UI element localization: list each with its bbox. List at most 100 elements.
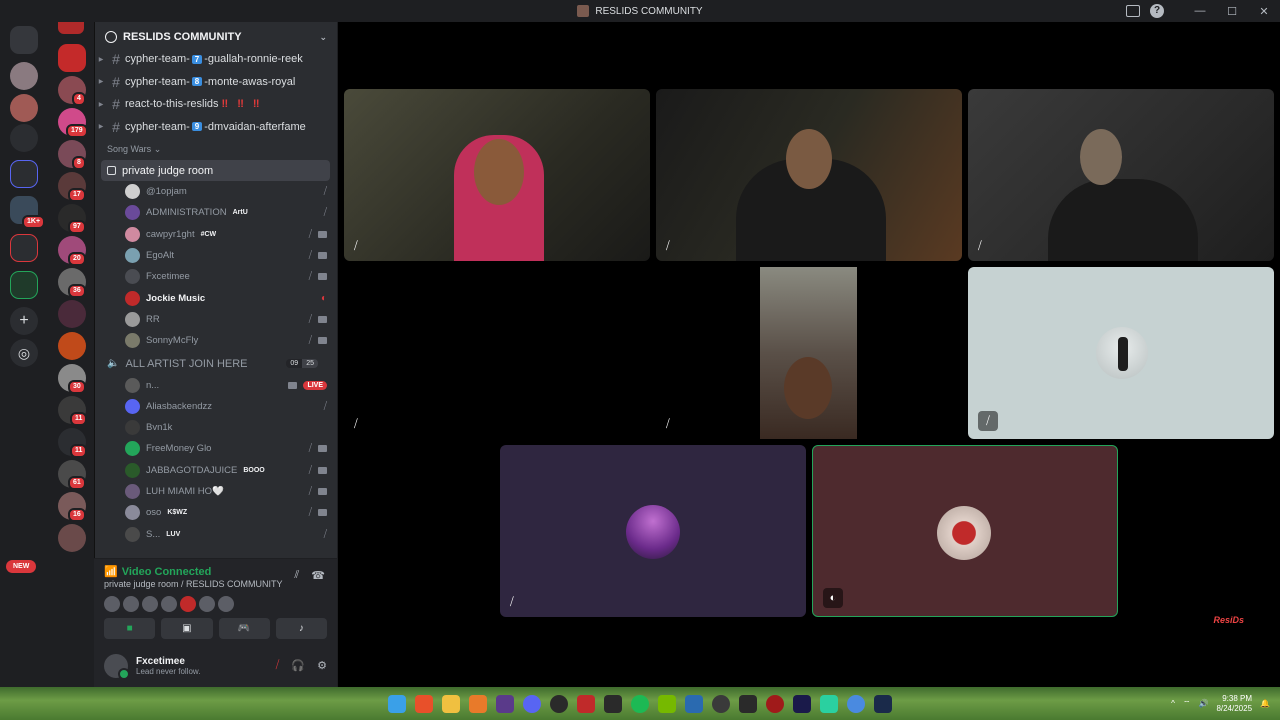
noise-suppression-icon[interactable]: ⫽ <box>294 569 299 582</box>
server-icon[interactable] <box>58 22 84 34</box>
discord-taskbar-icon[interactable] <box>523 694 541 713</box>
voice-member[interactable]: EgoAlt ⧸ <box>95 245 337 266</box>
voice-member[interactable]: oso K$WZ ⧸ <box>95 502 337 523</box>
screen-share-button[interactable]: ▣ <box>161 618 213 639</box>
voice-member[interactable]: FreeMoney Glo ⧸ <box>95 438 337 459</box>
avatar[interactable] <box>104 653 130 680</box>
text-channel[interactable]: ▶ # react-to-this-reslids ‼ ‼ ‼ <box>95 93 337 116</box>
voice-member[interactable]: Fxcetimee ⧸ <box>95 266 337 287</box>
voice-member[interactable]: RR ⧸ <box>95 309 337 330</box>
participant-face <box>784 357 832 419</box>
voice-channel-selected[interactable]: private judge room <box>101 160 330 181</box>
add-server-icon[interactable]: + <box>10 307 38 335</box>
volume-icon[interactable]: 🔊 <box>1198 699 1208 708</box>
close-button[interactable]: ✕ <box>1248 5 1280 18</box>
video-tile[interactable]: ⧸ <box>656 89 962 261</box>
video-tile[interactable]: ⧸ <box>500 445 806 617</box>
minimize-button[interactable]: — <box>1184 5 1216 17</box>
app-icon[interactable] <box>847 694 865 713</box>
app-icon[interactable] <box>469 694 487 713</box>
activity-button[interactable]: 🎮 <box>218 618 270 639</box>
app-icon[interactable] <box>658 694 676 713</box>
muted-icon: ⧸ <box>323 186 327 198</box>
inbox-icon[interactable] <box>1126 5 1140 17</box>
unread-badge: 179 <box>66 124 88 138</box>
voice-member[interactable]: SonnyMcFly ⧸ <box>95 330 337 351</box>
avatar <box>125 526 140 542</box>
voice-member[interactable]: cawpyr1ght #CW ⧸ <box>95 224 337 245</box>
video-tile[interactable]: ⧸ <box>344 267 650 439</box>
text-channel[interactable]: ▶ # cypher-team- 9 -dmvaidan-afterfame <box>95 116 337 139</box>
app-icon[interactable] <box>496 694 514 713</box>
video-tile-speaking[interactable]: ◐ <box>812 445 1118 617</box>
app-icon[interactable] <box>604 694 622 713</box>
app-icon[interactable] <box>766 694 784 713</box>
voice-member[interactable]: Aliasbackendzz ⧸ <box>95 396 337 417</box>
video-tile[interactable]: ⧸ <box>968 267 1274 439</box>
server-folder-icon[interactable] <box>10 271 38 299</box>
after-effects-icon[interactable] <box>793 694 811 713</box>
server-icon[interactable] <box>58 44 86 72</box>
soundboard-button[interactable]: ♪ <box>275 618 327 639</box>
mic-muted-icon[interactable]: ⧸ <box>276 659 280 672</box>
category-header[interactable]: Song Wars ⌄ <box>95 138 337 160</box>
unread-badge: 17 <box>68 188 86 202</box>
hash-icon: # <box>112 73 120 90</box>
discover-icon[interactable]: ◎ <box>10 339 38 367</box>
participant-face <box>1080 129 1122 185</box>
new-badge[interactable]: NEW <box>6 560 37 573</box>
avatar <box>125 333 140 349</box>
voice-member[interactable]: LUH MIAMI HO🤍 ⧸ <box>95 481 337 502</box>
app-icon[interactable] <box>739 694 757 713</box>
text-channel[interactable]: ▶ # cypher-team- 8 -monte-awas-royal <box>95 71 337 94</box>
notification-icon[interactable]: 🔔 <box>1260 699 1270 708</box>
voice-member[interactable]: n... LIVE <box>95 374 337 395</box>
discord-home-icon[interactable] <box>10 26 38 54</box>
voice-member[interactable]: ADMINISTRATION ArtU ⧸ <box>95 202 337 223</box>
server-icon[interactable] <box>58 524 86 552</box>
video-tile[interactable]: ⧸ <box>968 89 1274 261</box>
wifi-icon[interactable]: ⌔ <box>1183 699 1191 709</box>
avatar <box>125 269 140 285</box>
video-tile[interactable]: ⧸ <box>656 267 962 439</box>
server-icon[interactable] <box>10 124 38 152</box>
maximize-button[interactable]: ☐ <box>1216 5 1248 18</box>
help-icon[interactable]: ? <box>1150 4 1164 18</box>
video-tile[interactable]: ⧸ <box>344 89 650 261</box>
voice-member[interactable]: S... LUV ⧸ <box>95 523 337 544</box>
voice-member[interactable]: @1opjam ⧸ <box>95 181 337 202</box>
voice-channel[interactable]: 🔈 ALL ARTIST JOIN HERE 09 25 <box>101 353 330 374</box>
participant-face <box>786 129 832 189</box>
voice-member[interactable]: Bvn1k <box>95 417 337 438</box>
file-explorer-icon[interactable] <box>442 694 460 713</box>
app-icon[interactable] <box>577 694 595 713</box>
server-icon[interactable] <box>10 94 38 122</box>
server-icon[interactable] <box>58 300 86 328</box>
headphones-icon[interactable]: 🎧 <box>291 659 305 672</box>
app-icon[interactable] <box>550 694 568 713</box>
gear-icon[interactable]: ⚙ <box>317 659 327 672</box>
voice-member[interactable]: JABBAGOTDAJUICE BOOO ⧸ <box>95 460 337 481</box>
camera-button[interactable]: ■ <box>104 618 156 639</box>
taskbar-clock[interactable]: 9:38 PM 8/24/2025 <box>1216 694 1252 714</box>
app-icon[interactable] <box>712 694 730 713</box>
voice-member[interactable]: Jockie Music ◐ <box>95 287 337 308</box>
server-icon[interactable] <box>58 332 86 360</box>
server-folder-icon[interactable] <box>10 234 38 262</box>
avatar <box>199 596 215 612</box>
muted-icon: ⧸ <box>666 240 670 252</box>
server-icon[interactable] <box>10 62 38 90</box>
text-channel[interactable]: ▶ # cypher-team- 7 -guallah-ronnie-reek <box>95 48 337 71</box>
steam-icon[interactable] <box>874 694 892 713</box>
avatar <box>125 441 140 457</box>
chevron-up-icon[interactable]: ^ <box>1171 699 1175 708</box>
windows-start-icon[interactable] <box>388 694 406 713</box>
app-icon[interactable] <box>685 694 703 713</box>
spotify-icon[interactable] <box>631 694 649 713</box>
brave-browser-icon[interactable] <box>415 694 433 713</box>
server-folder-icon[interactable] <box>10 160 38 188</box>
voice-user-count: 09 25 <box>286 359 318 369</box>
hash-icon: # <box>112 118 120 135</box>
app-icon[interactable] <box>820 694 838 713</box>
disconnect-icon[interactable]: ☎ <box>311 569 325 582</box>
